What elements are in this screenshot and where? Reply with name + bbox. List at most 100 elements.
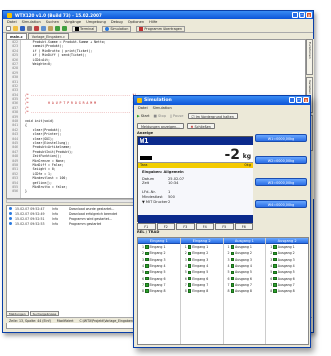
io-label: Ausgang 3 <box>277 257 295 262</box>
tab-suchergebnisse[interactable]: Suchergebnisse <box>29 311 60 316</box>
maximize-button[interactable]: □ <box>299 12 305 18</box>
f5-key[interactable]: F5 <box>215 223 234 230</box>
output-item[interactable]: 8 Ausgang 8 <box>266 288 308 294</box>
scale-3-button[interactable]: W3=0000,00kg <box>255 178 307 186</box>
show-messages-button[interactable]: Meldungen anzeigen... <box>137 122 184 129</box>
f2-key[interactable]: F2 <box>156 223 175 230</box>
io-label: Ausgang 6 <box>277 276 295 281</box>
io-index: 4 <box>270 264 273 269</box>
sim-minimize-button[interactable]: _ <box>289 97 295 103</box>
io-index: 8 <box>270 289 273 294</box>
display-footer <box>138 215 253 223</box>
menu-suchen[interactable]: Suchen <box>46 20 59 24</box>
led-icon <box>273 245 277 249</box>
foreground-toggle[interactable]: ☑ Im Vordergrund halten <box>187 112 238 119</box>
ide-toolbar: Terminal Simulation Programm übertragen <box>3 25 313 33</box>
f1-key[interactable]: F1 <box>137 223 156 230</box>
output-list: 1 Ausgang 1 2 Ausgang 2 3 Ausgang 3 4 Ausgang 4… <box>224 244 266 294</box>
tab-meldungen[interactable]: Meldungen <box>6 311 29 316</box>
led-icon <box>230 245 234 249</box>
io-column-outputs-2: Ausgang 2 1 Ausgang 1 2 Ausgang 2 3 Ausgang 3… <box>266 238 308 344</box>
menu-hilfe[interactable]: Hilfe <box>149 20 157 24</box>
input-list: 1 Eingang 1 2 Eingang 2 3 Eingang 3 4 Eingang 4… <box>138 244 180 294</box>
minimize-button[interactable]: _ <box>292 12 298 18</box>
output-item[interactable]: 8 Ausgang 8 <box>224 288 266 294</box>
open-folder-icon[interactable] <box>13 26 18 31</box>
new-file-icon[interactable] <box>6 26 11 31</box>
menu-vorgaenge[interactable]: Vorgänge <box>64 20 81 24</box>
io-label: Ausgang 6 <box>235 276 252 281</box>
led-icon <box>145 283 149 287</box>
input-item[interactable]: 8 Eingang 8 <box>138 288 180 294</box>
io-index: 5 <box>270 270 273 275</box>
scale-1-button[interactable]: W1=0000,00kg <box>255 134 307 142</box>
f3-key[interactable]: F3 <box>176 223 195 230</box>
sim-maximize-button[interactable]: □ <box>296 97 302 103</box>
io-index: 1 <box>227 245 230 250</box>
menu-simulation[interactable]: Simulation <box>22 20 41 24</box>
simulation-button[interactable]: Simulation <box>102 25 132 32</box>
f4-key[interactable]: F4 <box>195 223 214 230</box>
io-panel: Eingang 1 1 Eingang 1 2 Eingang 2 3 Eingang 3… <box>137 237 309 345</box>
io-label: Ausgang 8 <box>235 289 252 294</box>
undo-icon[interactable] <box>55 26 60 31</box>
input-item[interactable]: 8 Eingang 8 <box>181 288 223 294</box>
menu-datei[interactable]: Datei <box>7 20 17 24</box>
info-value: 2 <box>168 199 171 204</box>
print-icon[interactable] <box>27 26 32 31</box>
scale-2-button[interactable]: W2=0000,00kg <box>255 156 307 164</box>
f6-key[interactable]: F6 <box>234 223 253 230</box>
output-tabs: Meldungen Suchergebnisse <box>6 311 136 316</box>
close-button[interactable]: × <box>306 12 312 18</box>
stop-button[interactable]: ■ Stop <box>154 114 167 118</box>
copy-icon[interactable] <box>41 26 46 31</box>
simulation-window: Simulation _ □ × Datei Simulation ▶ Start… <box>133 95 311 348</box>
led-icon <box>230 264 234 268</box>
io-index: 2 <box>141 251 144 256</box>
redo-icon[interactable] <box>62 26 67 31</box>
io-index: 2 <box>184 251 187 256</box>
input-list: 1 Eingang 1 2 Eingang 2 3 Eingang 3 4 Eingang 4… <box>181 244 223 294</box>
close-simulation-button[interactable]: ✖ Schließen <box>186 122 215 129</box>
io-index: 2 <box>270 251 273 256</box>
stop-icon: ■ <box>153 113 157 118</box>
side-tab-funktionen[interactable]: Funktionen <box>306 39 313 75</box>
menu-debug[interactable]: Debug <box>111 20 123 24</box>
io-index: 7 <box>184 282 187 287</box>
led-icon <box>273 289 277 293</box>
simulation-app-icon <box>137 98 142 103</box>
scale-4-button[interactable]: W4=0000,00kg <box>255 200 307 208</box>
led-icon <box>230 270 234 275</box>
download-program-button[interactable]: Programm übertragen <box>136 25 186 32</box>
sim-menu-simulation[interactable]: Simulation <box>153 106 172 110</box>
led-icon <box>273 283 277 287</box>
sim-close-button[interactable]: × <box>303 97 309 103</box>
start-button[interactable]: ▶ Start <box>137 114 150 118</box>
io-label: Eingang 5 <box>192 270 209 275</box>
led-icon <box>273 257 277 262</box>
info-lines: Datum 25.02.07 Zeit 10:34 LFd.-Nr. 1 Mindestla… <box>142 177 249 205</box>
log-type: Info <box>52 206 59 211</box>
terminal-button[interactable]: Terminal <box>72 25 98 32</box>
io-index: 8 <box>141 289 144 294</box>
io-index: 1 <box>184 245 187 250</box>
simulation-title: Simulation <box>144 98 172 103</box>
led-icon <box>187 257 192 262</box>
menu-optionen[interactable]: Optionen <box>128 20 144 24</box>
io-label: Ausgang 1 <box>235 245 252 250</box>
io-index: 3 <box>184 257 187 262</box>
io-index: 8 <box>227 289 230 294</box>
line-number: 056 <box>12 189 18 194</box>
led-icon <box>187 251 192 256</box>
scale-display: W1 -2 kg Tara 0kg Eingaben: Allgemein Da… <box>137 136 253 223</box>
save-icon[interactable] <box>20 26 25 31</box>
status-path: C:\WTX\Projekt\Vorlage_Eingaben.wtx <box>79 318 140 323</box>
paste-icon[interactable] <box>48 26 53 31</box>
io-index: 7 <box>227 282 230 287</box>
io-index: 5 <box>141 270 144 275</box>
sim-menu-datei[interactable]: Datei <box>138 106 148 110</box>
pause-button[interactable]: ‖ Pause <box>170 114 183 118</box>
menu-umgebung[interactable]: Umgebung <box>86 20 106 24</box>
io-label: Ausgang 8 <box>277 289 295 294</box>
cut-icon[interactable] <box>34 26 39 31</box>
